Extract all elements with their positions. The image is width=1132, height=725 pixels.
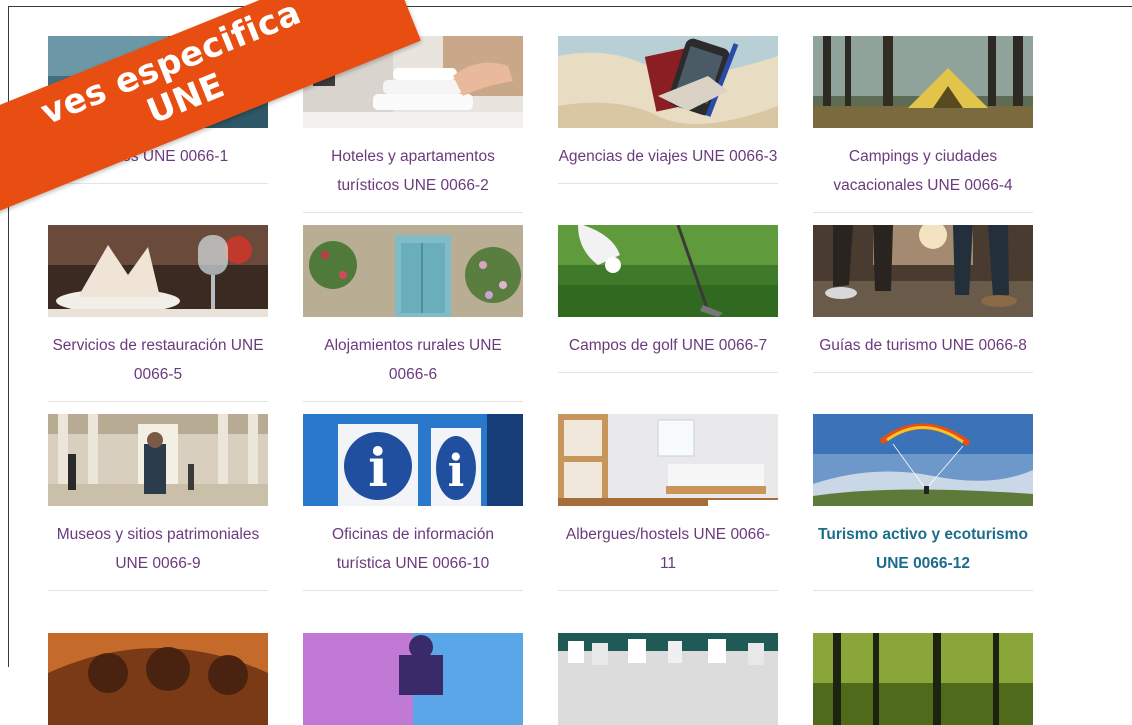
card-forest[interactable]: [813, 633, 1033, 725]
card-albergues[interactable]: Albergues/hostels UNE 0066-11: [558, 414, 778, 633]
green-forest-image[interactable]: [813, 633, 1033, 725]
card-oficinas-informacion[interactable]: i i Oficinas de información turística UN…: [303, 414, 523, 633]
standards-grid: nearios UNE 0066-1 Hoteles y apartamento…: [48, 36, 1033, 725]
card-title[interactable]: Albergues/hostels UNE 0066-11: [558, 520, 778, 578]
svg-text:i: i: [448, 446, 465, 497]
card-title[interactable]: Servicios de restauración UNE 0066-5: [48, 331, 268, 389]
town-facades-image[interactable]: [558, 633, 778, 725]
card-divider: [303, 401, 523, 402]
card-divider: [813, 372, 1033, 373]
walking-street-image[interactable]: [813, 225, 1033, 317]
wine-barrels-image[interactable]: [48, 633, 268, 725]
card-title[interactable]: Turismo activo y ecoturismo UNE 0066-12: [813, 520, 1033, 578]
card-divider: [813, 212, 1033, 213]
card-divider: [48, 401, 268, 402]
map-passport-image[interactable]: [558, 36, 778, 128]
card-title[interactable]: Agencias de viajes UNE 0066-3: [558, 142, 778, 171]
card-festival[interactable]: [303, 633, 523, 725]
card-title[interactable]: Campings y ciudades vacacionales UNE 006…: [813, 142, 1033, 200]
card-restauracion[interactable]: Servicios de restauración UNE 0066-5: [48, 225, 268, 414]
golf-image[interactable]: [558, 225, 778, 317]
card-golf[interactable]: Campos de golf UNE 0066-7: [558, 225, 778, 414]
card-divider: [48, 590, 268, 591]
festival-stage-image[interactable]: [303, 633, 523, 725]
card-title[interactable]: Oficinas de información turística UNE 00…: [303, 520, 523, 578]
card-agencias[interactable]: Agencias de viajes UNE 0066-3: [558, 36, 778, 225]
restaurant-table-image[interactable]: [48, 225, 268, 317]
svg-text:i: i: [368, 438, 388, 499]
card-wine[interactable]: [48, 633, 268, 725]
card-divider: [303, 590, 523, 591]
card-title[interactable]: Museos y sitios patrimoniales UNE 0066-9: [48, 520, 268, 578]
tent-forest-image[interactable]: [813, 36, 1033, 128]
card-museos[interactable]: Museos y sitios patrimoniales UNE 0066-9: [48, 414, 268, 633]
info-sign-image[interactable]: i i: [303, 414, 523, 506]
card-title[interactable]: Hoteles y apartamentos turísticos UNE 00…: [303, 142, 523, 200]
card-campings[interactable]: Campings y ciudades vacacionales UNE 006…: [813, 36, 1033, 225]
hostel-room-image[interactable]: [558, 414, 778, 506]
card-divider: [48, 183, 268, 184]
card-title[interactable]: Alojamientos rurales UNE 0066-6: [303, 331, 523, 389]
card-town[interactable]: [558, 633, 778, 725]
card-divider: [558, 183, 778, 184]
card-title[interactable]: Guías de turismo UNE 0066-8: [813, 331, 1033, 360]
card-divider: [303, 212, 523, 213]
blue-door-flowers-image[interactable]: [303, 225, 523, 317]
card-divider: [813, 590, 1033, 591]
museum-hall-image[interactable]: [48, 414, 268, 506]
card-alojamientos-rurales[interactable]: Alojamientos rurales UNE 0066-6: [303, 225, 523, 414]
card-title[interactable]: Campos de golf UNE 0066-7: [558, 331, 778, 360]
paragliding-image[interactable]: [813, 414, 1033, 506]
card-divider: [558, 372, 778, 373]
card-guias[interactable]: Guías de turismo UNE 0066-8: [813, 225, 1033, 414]
card-turismo-activo[interactable]: Turismo activo y ecoturismo UNE 0066-12: [813, 414, 1033, 633]
card-divider: [558, 590, 778, 591]
